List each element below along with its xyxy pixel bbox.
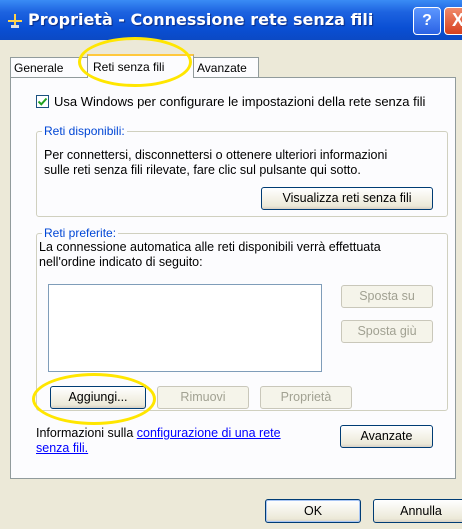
tab-advanced[interactable]: Avanzate xyxy=(193,57,259,77)
cancel-button[interactable]: Annulla xyxy=(373,499,462,523)
title-bar[interactable]: Proprietà - Connessione rete senza fili … xyxy=(0,0,462,40)
properties-button[interactable]: Proprietà xyxy=(260,386,352,409)
use-windows-config-label: Usa Windows per configurare le impostazi… xyxy=(54,94,426,109)
available-line-2: sulle reti senza fili rilevate, fare cli… xyxy=(44,163,361,177)
preferred-line-2: nell'ordine indicato di seguito: xyxy=(39,255,203,269)
move-up-button[interactable]: Sposta su xyxy=(341,285,433,308)
preferred-networks-title: Reti preferite: xyxy=(42,226,119,240)
close-button[interactable]: X xyxy=(444,7,462,35)
preferred-networks-description: La connessione automatica alle reti disp… xyxy=(39,240,444,270)
tab-general[interactable]: Generale xyxy=(10,57,89,77)
ok-button[interactable]: OK xyxy=(265,499,361,523)
use-windows-config-checkbox-row[interactable]: Usa Windows per configurare le impostazi… xyxy=(36,94,425,109)
use-windows-config-checkbox[interactable] xyxy=(36,95,49,108)
available-networks-title: Reti disponibili: xyxy=(42,124,127,138)
advanced-button[interactable]: Avanzate xyxy=(340,425,433,448)
info-text: Informazioni sulla configurazione di una… xyxy=(36,426,326,456)
wireless-config-link[interactable]: configurazione di una rete xyxy=(137,426,281,440)
tab-wireless-networks[interactable]: Reti senza fili xyxy=(87,54,194,78)
wireless-config-link-cont[interactable]: senza fili. xyxy=(36,441,88,455)
preferred-line-1: La connessione automatica alle reti disp… xyxy=(39,240,381,254)
network-icon xyxy=(8,14,22,28)
window-title: Proprietà - Connessione rete senza fili xyxy=(28,10,374,29)
info-prefix: Informazioni sulla xyxy=(36,426,137,440)
checkmark-icon xyxy=(37,97,48,106)
available-line-1: Per connettersi, disconnettersi o ottene… xyxy=(44,148,388,162)
add-button[interactable]: Aggiungi... xyxy=(50,386,146,409)
help-button[interactable]: ? xyxy=(413,7,441,35)
preferred-networks-list[interactable] xyxy=(48,284,322,372)
move-down-button[interactable]: Sposta giù xyxy=(341,320,433,343)
available-networks-description: Per connettersi, disconnettersi o ottene… xyxy=(44,148,444,178)
remove-button[interactable]: Rimuovi xyxy=(157,386,249,409)
view-wireless-networks-button[interactable]: Visualizza reti senza fili xyxy=(261,187,433,210)
properties-dialog: Proprietà - Connessione rete senza fili … xyxy=(0,0,462,529)
